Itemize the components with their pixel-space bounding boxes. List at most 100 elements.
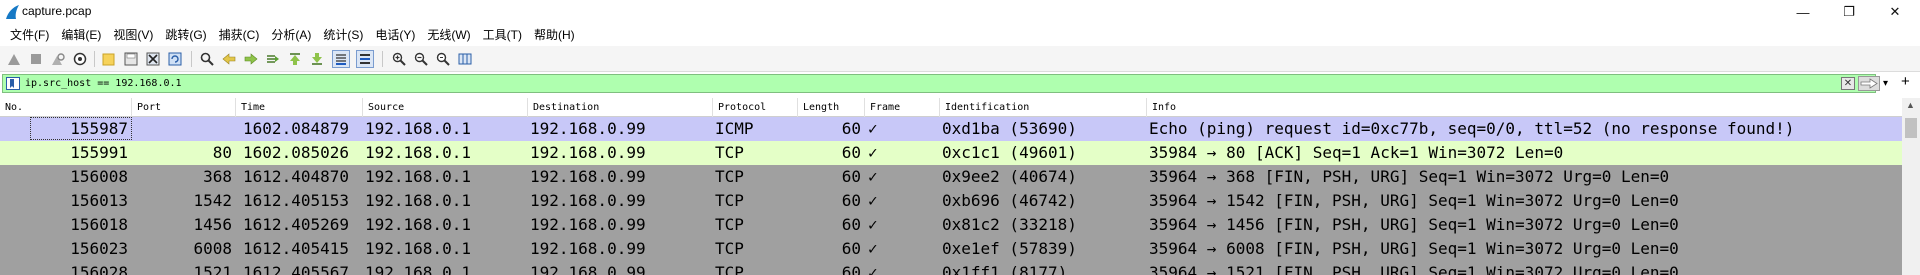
packet-row[interactable]: 156028 1521 1612.405567 192.168.0.1 192.… [0,261,1902,275]
cell-frame: ✓ [868,191,878,210]
close-button[interactable]: ✕ [1872,0,1918,24]
go-forward-icon[interactable] [242,50,260,68]
menu-edit[interactable]: 编辑(E) [55,25,107,45]
minimize-button[interactable]: — [1780,0,1826,24]
filter-bookmark-icon[interactable] [6,77,20,90]
column-header-identification[interactable]: Identification [940,98,1147,117]
cell-port: 80 [212,143,232,162]
column-header-time[interactable]: Time [236,98,363,117]
clear-filter-button[interactable]: ✕ [1841,77,1855,90]
cell-frame: ✓ [868,119,878,138]
packet-list-header: No. Port Time Source Destination Protoco… [0,98,1902,117]
cell-port: 368 [203,167,232,186]
packet-row[interactable]: 156018 1456 1612.405269 192.168.0.1 192.… [0,213,1902,237]
cell-identification: 0x9ee2 (40674) [942,167,1077,186]
menu-file[interactable]: 文件(F) [4,25,55,45]
save-file-icon[interactable] [122,50,140,68]
cell-info: 35964 → 1521 [FIN, PSH, URG] Seq=1 Win=3… [1149,263,1679,275]
column-header-length[interactable]: Length [798,98,865,117]
zoom-in-icon[interactable] [390,50,408,68]
cell-length: 60 [841,143,861,162]
cell-no: 156008 [70,167,128,186]
cell-protocol: TCP [715,239,744,258]
cell-source: 192.168.0.1 [365,143,471,162]
column-header-no[interactable]: No. [0,98,132,117]
cell-source: 192.168.0.1 [365,215,471,234]
cell-no: 155991 [70,143,128,162]
go-back-icon[interactable] [220,50,238,68]
menu-wireless[interactable]: 无线(W) [421,25,476,45]
cell-port: 1521 [193,263,232,275]
menu-statistics[interactable]: 统计(S) [317,25,369,45]
cell-port: 1542 [193,191,232,210]
packet-row[interactable]: 155987 1602.084879 192.168.0.1 192.168.0… [0,117,1902,141]
menu-help[interactable]: 帮助(H) [528,25,581,45]
zoom-normal-icon[interactable] [434,50,452,68]
column-header-source[interactable]: Source [363,98,528,117]
cell-identification: 0xb696 (46742) [942,191,1077,210]
main-toolbar [0,46,1920,72]
cell-source: 192.168.0.1 [365,239,471,258]
go-to-packet-icon[interactable] [264,50,282,68]
open-file-icon[interactable] [100,50,118,68]
menu-telephony[interactable]: 电话(Y) [369,25,421,45]
cell-protocol: TCP [715,167,744,186]
cell-frame: ✓ [868,263,878,275]
packet-row[interactable]: 155991 80 1602.085026 192.168.0.1 192.16… [0,141,1902,165]
cell-destination: 192.168.0.99 [530,119,646,138]
cell-identification: 0xc1c1 (49601) [942,143,1077,162]
column-header-destination[interactable]: Destination [528,98,713,117]
packet-row[interactable]: 156023 6008 1612.405415 192.168.0.1 192.… [0,237,1902,261]
menu-go[interactable]: 跳转(G) [159,25,212,45]
menu-tools[interactable]: 工具(T) [477,25,528,45]
cell-no: 156028 [70,263,128,275]
stop-capture-icon[interactable] [27,50,45,68]
menu-analyze[interactable]: 分析(A) [265,25,317,45]
column-header-protocol[interactable]: Protocol [713,98,798,117]
scroll-up-arrow-icon[interactable]: ▲ [1906,100,1915,110]
cell-protocol: TCP [715,215,744,234]
menu-view[interactable]: 视图(V) [107,25,159,45]
cell-identification: 0x1ff1 (8177) [942,263,1068,275]
resize-columns-icon[interactable] [456,50,474,68]
add-filter-button[interactable]: + [1901,73,1910,90]
colorize-icon[interactable] [356,50,374,68]
restore-button[interactable]: ❐ [1826,0,1872,24]
restart-capture-icon[interactable] [49,50,67,68]
cell-frame: ✓ [868,167,878,186]
cell-length: 60 [841,239,861,258]
cell-time: 1602.085026 [243,143,349,162]
packet-row[interactable]: 156008 368 1612.404870 192.168.0.1 192.1… [0,165,1902,189]
cell-port: 6008 [193,239,232,258]
find-packet-icon[interactable] [198,50,216,68]
close-file-icon[interactable] [144,50,162,68]
go-last-icon[interactable] [308,50,326,68]
display-filter-input[interactable] [25,76,1625,91]
scrollbar-thumb[interactable] [1905,118,1917,138]
packet-row[interactable]: 156013 1542 1612.405153 192.168.0.1 192.… [0,189,1902,213]
window-title: capture.pcap [22,4,92,18]
capture-options-icon[interactable] [71,50,89,68]
column-header-frame[interactable]: Frame [865,98,940,117]
cell-destination: 192.168.0.99 [530,143,646,162]
packet-list-scrollbar[interactable]: ▲ [1902,98,1920,275]
go-first-icon[interactable] [286,50,304,68]
column-header-port[interactable]: Port [132,98,236,117]
column-header-info[interactable]: Info [1147,98,1902,117]
cell-source: 192.168.0.1 [365,167,471,186]
cell-no: 155987 [70,119,128,138]
cell-destination: 192.168.0.99 [530,239,646,258]
apply-filter-button[interactable] [1858,76,1880,91]
cell-source: 192.168.0.1 [365,119,471,138]
packet-list: No. Port Time Source Destination Protoco… [0,98,1920,275]
auto-scroll-icon[interactable] [332,50,350,68]
menu-capture[interactable]: 捕获(C) [213,25,266,45]
start-capture-icon[interactable] [5,50,23,68]
cell-destination: 192.168.0.99 [530,191,646,210]
filter-history-dropdown[interactable]: ▾ [1883,78,1888,89]
reload-file-icon[interactable] [166,50,184,68]
zoom-out-icon[interactable] [412,50,430,68]
cell-info: 35964 → 368 [FIN, PSH, URG] Seq=1 Win=30… [1149,167,1670,186]
wireshark-fin-icon [6,5,19,19]
cell-protocol: TCP [715,263,744,275]
